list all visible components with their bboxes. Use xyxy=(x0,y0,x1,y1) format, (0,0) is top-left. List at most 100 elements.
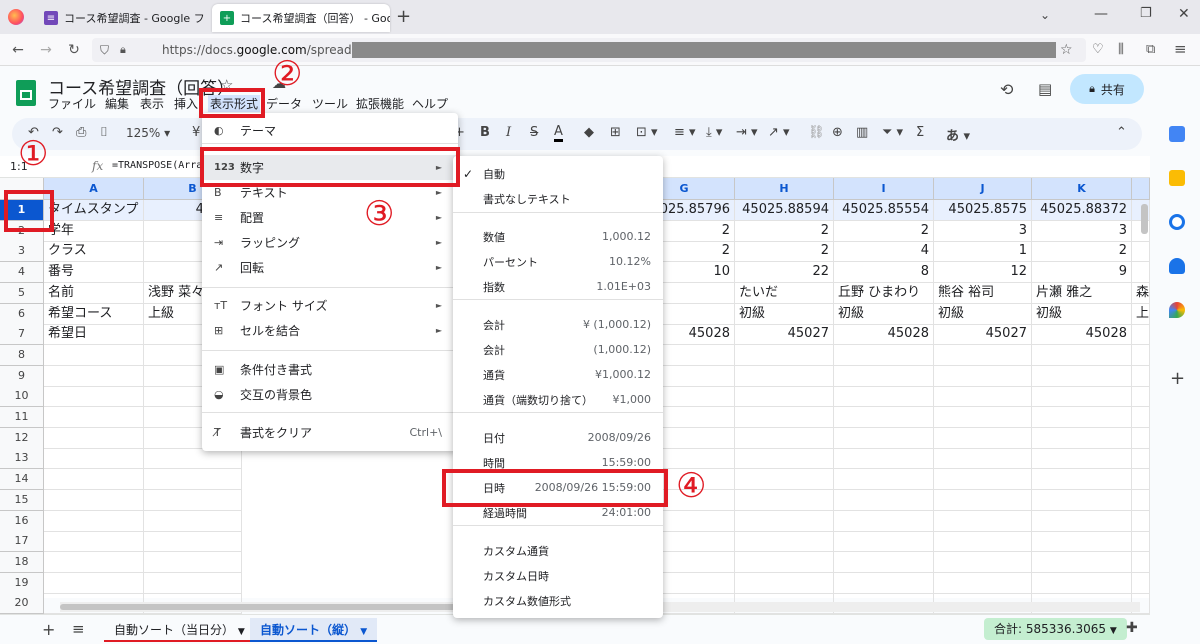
cell-k[interactable] xyxy=(1032,407,1132,428)
row-header[interactable]: 12 xyxy=(0,427,44,449)
cell-l[interactable] xyxy=(1132,241,1150,263)
add-sheet-icon[interactable]: + xyxy=(42,620,55,639)
row-header[interactable]: 13 xyxy=(0,448,44,470)
caret-down-icon[interactable]: ▼ xyxy=(238,627,245,637)
menu-extensions[interactable]: 拡張機能 xyxy=(356,95,404,112)
row-header[interactable]: 19 xyxy=(0,572,44,594)
maps-icon[interactable] xyxy=(1169,302,1185,318)
restore-button[interactable]: ❐ xyxy=(1140,6,1152,21)
cell-l[interactable] xyxy=(1132,262,1150,284)
cell-l[interactable] xyxy=(1132,551,1150,573)
cell-l[interactable] xyxy=(1132,386,1150,408)
format-menu-item-4[interactable]: ⇥ ラッピング ► xyxy=(202,230,458,255)
number-format-item-4[interactable]: 指数 1.01E+03 xyxy=(453,274,663,299)
valign-icon[interactable]: ⤓ ▾ xyxy=(706,125,722,140)
reload-icon[interactable]: ↻ xyxy=(64,40,84,60)
bookmark-star-icon[interactable]: ☆ xyxy=(1060,42,1073,58)
row-header[interactable]: 8 xyxy=(0,344,44,366)
cell-l[interactable] xyxy=(1132,427,1150,449)
cell-k[interactable] xyxy=(1032,448,1132,470)
cell-i[interactable] xyxy=(834,407,934,428)
cell-h[interactable]: 初級 xyxy=(735,303,834,325)
cell-a[interactable] xyxy=(44,551,144,573)
cell-h[interactable]: 45025.88594 xyxy=(735,200,834,221)
menu-help[interactable]: ヘルプ xyxy=(412,95,448,112)
cell-k[interactable] xyxy=(1032,344,1132,366)
cell-i[interactable] xyxy=(834,344,934,366)
strikethrough-icon[interactable]: S xyxy=(530,125,538,140)
cell-k[interactable]: 片瀬 雅之 xyxy=(1032,282,1132,304)
cell-i[interactable] xyxy=(834,427,934,449)
cell-l[interactable] xyxy=(1132,489,1150,511)
format-menu-item-0[interactable]: ◐ テーマ xyxy=(202,118,458,143)
cell-j[interactable]: 3 xyxy=(934,220,1032,242)
cell-i[interactable] xyxy=(834,510,934,532)
format-menu-item-5[interactable]: ↗ 回転 ► xyxy=(202,255,458,280)
cell-i[interactable] xyxy=(834,386,934,408)
browser-tab-sheets[interactable]: + コース希望調査（回答） - Googl ✕ xyxy=(212,4,390,32)
all-sheets-icon[interactable]: ≡ xyxy=(72,620,85,638)
redo-icon[interactable]: ↷ xyxy=(52,125,63,140)
row-header[interactable]: 7 xyxy=(0,324,44,346)
cell-j[interactable]: 1 xyxy=(934,241,1032,263)
menu-file[interactable]: ファイル xyxy=(48,95,96,112)
keep-icon[interactable] xyxy=(1169,170,1185,186)
merge-cells-icon[interactable]: ⊡ ▾ xyxy=(636,125,658,140)
cell-j[interactable]: 初級 xyxy=(934,303,1032,325)
row-header[interactable]: 15 xyxy=(0,489,44,511)
cell-a[interactable]: クラス xyxy=(44,241,144,263)
cell-a[interactable] xyxy=(44,489,144,511)
cell-k[interactable] xyxy=(1032,427,1132,449)
cell-k[interactable] xyxy=(1032,531,1132,553)
cell-b[interactable] xyxy=(144,489,242,511)
cell-i[interactable]: 8 xyxy=(834,262,934,284)
menu-insert[interactable]: 挿入 xyxy=(174,95,198,112)
cell-l[interactable] xyxy=(1132,531,1150,553)
format-menu-item-9[interactable]: ◒ 交互の背景色 xyxy=(202,382,458,407)
row-header[interactable]: 14 xyxy=(0,469,44,491)
cell-a[interactable] xyxy=(44,531,144,553)
number-format-item-2[interactable]: 数値 1,000.12 xyxy=(453,224,663,249)
cell-j[interactable] xyxy=(934,489,1032,511)
cell-j[interactable] xyxy=(934,531,1032,553)
number-format-item-3[interactable]: パーセント 10.12% xyxy=(453,249,663,274)
cell-h[interactable] xyxy=(735,407,834,428)
sheet-tab-daily[interactable]: 自動ソート（当日分） ▼ xyxy=(104,618,255,642)
cell-i[interactable] xyxy=(834,572,934,594)
cell-k[interactable]: 2 xyxy=(1032,241,1132,263)
cell-a[interactable]: 学年 xyxy=(44,220,144,242)
cell-i[interactable] xyxy=(834,448,934,470)
column-header-j[interactable]: J xyxy=(934,178,1032,200)
cell-i[interactable] xyxy=(834,489,934,511)
comments-icon[interactable]: ▤ xyxy=(1038,80,1052,98)
cell-i[interactable] xyxy=(834,469,934,491)
cell-h[interactable] xyxy=(735,386,834,408)
italic-icon[interactable]: I xyxy=(506,125,511,140)
cell-j[interactable] xyxy=(934,551,1032,573)
functions-icon[interactable]: Σ xyxy=(916,125,924,140)
row-header[interactable]: 11 xyxy=(0,407,44,428)
cell-i[interactable]: 丘野 ひまわり xyxy=(834,282,934,304)
number-format-item-15[interactable]: カスタム数値形式 xyxy=(453,588,663,613)
back-icon[interactable]: ← xyxy=(8,40,28,60)
cell-l[interactable] xyxy=(1132,572,1150,594)
calendar-icon[interactable] xyxy=(1169,126,1185,142)
list-tabs-icon[interactable]: ⌄ xyxy=(1040,8,1050,22)
cell-l[interactable] xyxy=(1132,448,1150,470)
cell-a[interactable] xyxy=(44,427,144,449)
row-header[interactable]: 17 xyxy=(0,531,44,553)
sheet-tab-vertical[interactable]: 自動ソート（縦） ▼ xyxy=(250,618,378,642)
caret-down-icon[interactable]: ▼ xyxy=(360,627,367,637)
cell-j[interactable] xyxy=(934,407,1032,428)
cell-h[interactable] xyxy=(735,510,834,532)
cell-h[interactable] xyxy=(735,344,834,366)
cell-a[interactable]: タイムスタンプ xyxy=(44,200,144,221)
cell-a[interactable] xyxy=(44,469,144,491)
cell-j[interactable] xyxy=(934,365,1032,387)
cell-j[interactable] xyxy=(934,344,1032,366)
lock-icon[interactable]: 🔒︎ xyxy=(120,43,126,57)
zoom-select[interactable]: 125% ▾ xyxy=(126,126,170,140)
column-header-l[interactable] xyxy=(1132,178,1150,200)
number-format-item-14[interactable]: カスタム日時 xyxy=(453,563,663,588)
tasks-icon[interactable] xyxy=(1169,214,1185,230)
